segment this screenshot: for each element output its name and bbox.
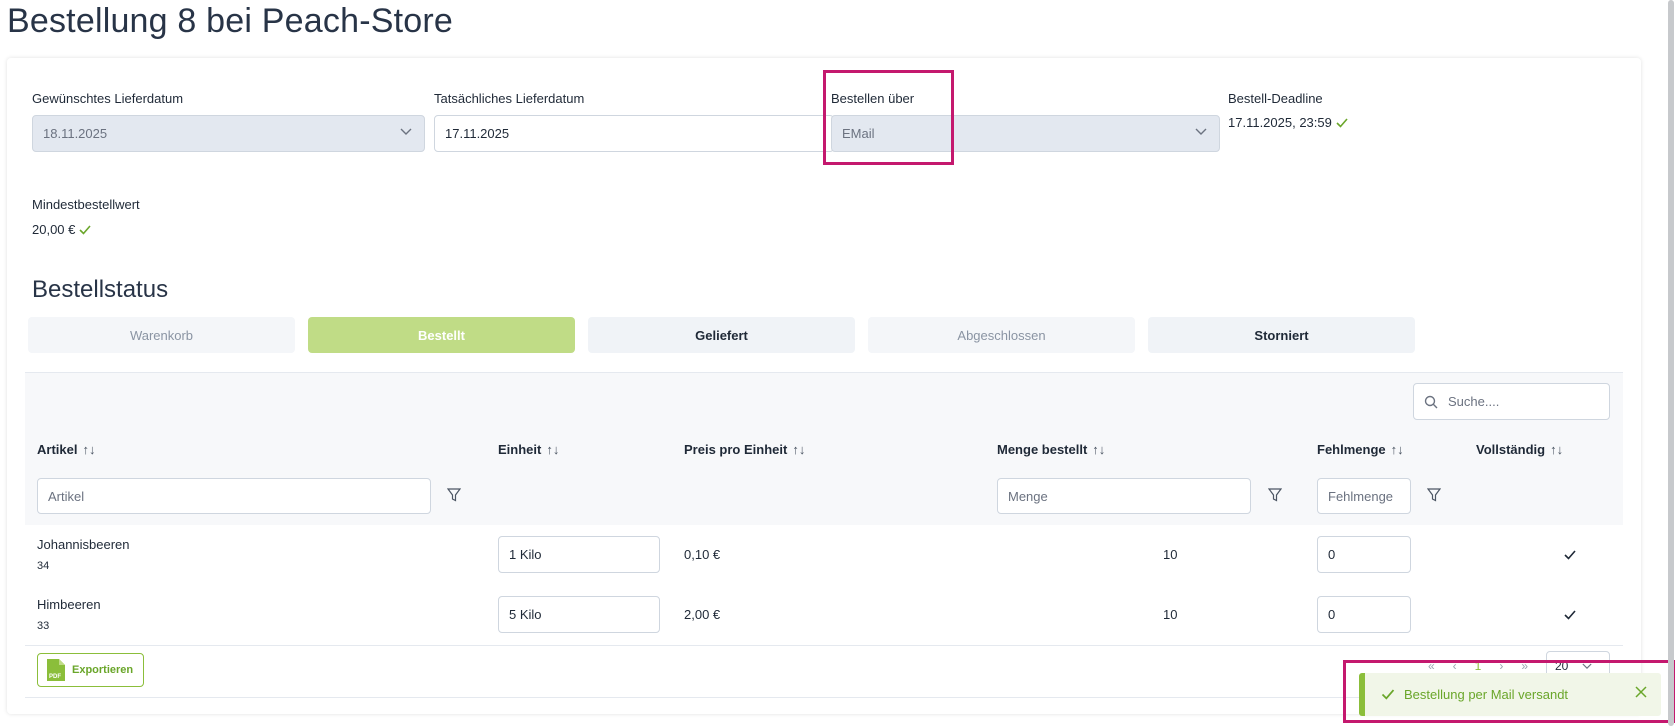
pager-last-button[interactable]: » xyxy=(1521,659,1528,673)
chevron-down-icon xyxy=(1582,663,1592,669)
order-via-value: EMail xyxy=(842,126,875,141)
item-id: 34 xyxy=(37,560,50,572)
column-header-vollstaendig[interactable]: Vollständig ↑↓ xyxy=(1476,442,1563,457)
table-header: Artikel ↑↓ Einheit ↑↓ Preis pro Einheit ↑↓ … xyxy=(25,430,1623,469)
chevron-down-icon xyxy=(400,128,412,135)
min-order-label: Mindestbestellwert xyxy=(32,197,140,212)
status-step-abgeschlossen[interactable]: Abgeschlossen xyxy=(868,317,1135,353)
order-via-label: Bestellen über xyxy=(831,91,915,106)
sort-icon: ↑↓ xyxy=(82,442,96,457)
toast-message: Bestellung per Mail versandt xyxy=(1404,687,1569,702)
filter-icon[interactable] xyxy=(1427,488,1441,502)
order-via-select[interactable]: EMail xyxy=(831,115,1220,152)
deadline-label: Bestell-Deadline xyxy=(1228,91,1323,106)
search-icon xyxy=(1424,395,1438,408)
sort-icon: ↑↓ xyxy=(1550,442,1564,457)
status-step-bestellt[interactable]: Bestellt xyxy=(308,317,575,353)
table-row: Himbeeren 33 5 Kilo 2,00 € 10 0 xyxy=(25,585,1623,646)
column-header-artikel[interactable]: Artikel ↑↓ xyxy=(37,442,95,457)
item-qty: 10 xyxy=(1163,547,1178,562)
status-step-warenkorb[interactable]: Warenkorb xyxy=(28,317,295,353)
column-header-label: Vollständig xyxy=(1476,442,1546,457)
item-price: 0,10 € xyxy=(684,547,721,562)
chevron-down-icon xyxy=(1195,128,1207,135)
column-header-einheit[interactable]: Einheit ↑↓ xyxy=(498,442,559,457)
desired-date-select[interactable]: 18.11.2025 xyxy=(32,115,425,152)
item-name: Johannisbeeren xyxy=(37,537,130,552)
pdf-icon-label: PDF xyxy=(49,674,61,680)
desired-date-value: 18.11.2025 xyxy=(43,126,108,141)
item-qty: 10 xyxy=(1163,607,1178,622)
sort-icon: ↑↓ xyxy=(792,442,806,457)
desired-date-label: Gewünschtes Lieferdatum xyxy=(32,91,184,106)
status-step-storniert[interactable]: Storniert xyxy=(1148,317,1415,353)
search-input[interactable] xyxy=(1446,393,1590,410)
filter-icon[interactable] xyxy=(447,488,461,502)
check-icon xyxy=(1564,550,1576,560)
actual-date-value: 17.11.2025 xyxy=(445,126,510,141)
check-icon xyxy=(1336,117,1348,128)
column-header-label: Menge bestellt xyxy=(997,442,1088,457)
sort-icon: ↑↓ xyxy=(1092,442,1106,457)
page-title: Bestellung 8 bei Peach-Store xyxy=(7,2,453,40)
table-row: Johannisbeeren 34 1 Kilo 0,10 € 10 0 xyxy=(25,525,1623,586)
check-icon xyxy=(1381,689,1395,700)
filter-icon[interactable] xyxy=(1268,488,1282,502)
item-price: 2,00 € xyxy=(684,607,721,622)
min-order-value: 20,00 € xyxy=(32,222,76,237)
actual-date-input[interactable]: 17.11.2025 xyxy=(434,115,834,152)
status-title: Bestellstatus xyxy=(32,276,169,303)
pager-current-page[interactable]: 1 xyxy=(1475,659,1482,673)
min-order-value-wrap: 20,00 € xyxy=(32,222,91,237)
search-box[interactable] xyxy=(1413,383,1610,420)
check-icon xyxy=(1564,610,1576,620)
fehlmenge-filter-input[interactable] xyxy=(1317,478,1411,514)
export-button[interactable]: PDF Exportieren xyxy=(37,653,144,687)
sort-icon: ↑↓ xyxy=(1390,442,1404,457)
column-header-label: Fehlmenge xyxy=(1317,442,1386,457)
sort-icon: ↑↓ xyxy=(546,442,560,457)
pager-first-button[interactable]: « xyxy=(1428,659,1435,673)
column-header-menge[interactable]: Menge bestellt ↑↓ xyxy=(997,442,1105,457)
unit-select[interactable]: 5 Kilo xyxy=(498,596,660,633)
menge-filter-input[interactable] xyxy=(997,478,1251,514)
page-size-value: 20 xyxy=(1555,659,1569,673)
column-header-fehlmenge[interactable]: Fehlmenge ↑↓ xyxy=(1317,442,1404,457)
deadline-value: 17.11.2025, 23:59 xyxy=(1228,115,1332,130)
export-label: Exportieren xyxy=(72,664,134,676)
artikel-filter-input[interactable] xyxy=(37,478,431,514)
filter-row xyxy=(25,468,1623,526)
column-header-label: Preis pro Einheit xyxy=(684,442,788,457)
column-header-label: Artikel xyxy=(37,442,78,457)
actual-date-label: Tatsächliches Lieferdatum xyxy=(434,91,585,106)
unit-select[interactable]: 1 Kilo xyxy=(498,536,660,573)
column-header-label: Einheit xyxy=(498,442,542,457)
deadline-value-wrap: 17.11.2025, 23:59 xyxy=(1228,115,1348,130)
success-toast: Bestellung per Mail versandt xyxy=(1359,673,1661,716)
missing-qty-input[interactable]: 0 xyxy=(1317,536,1411,573)
missing-qty-input[interactable]: 0 xyxy=(1317,596,1411,633)
check-icon xyxy=(79,224,91,235)
status-step-geliefert[interactable]: Geliefert xyxy=(588,317,855,353)
pdf-icon: PDF xyxy=(47,659,65,681)
column-header-preis[interactable]: Preis pro Einheit ↑↓ xyxy=(684,442,805,457)
scrollbar[interactable] xyxy=(1668,0,1674,726)
item-id: 33 xyxy=(37,620,50,632)
item-name: Himbeeren xyxy=(37,597,101,612)
pager-next-button[interactable]: › xyxy=(1499,659,1503,673)
order-items-table: Artikel↑↓ Einheit↑↓ Preis pro Einheit↑↓ … xyxy=(25,372,1623,698)
table-toolbar xyxy=(25,373,1623,431)
pager-prev-button[interactable]: ‹ xyxy=(1453,659,1457,673)
close-icon[interactable] xyxy=(1635,686,1647,698)
